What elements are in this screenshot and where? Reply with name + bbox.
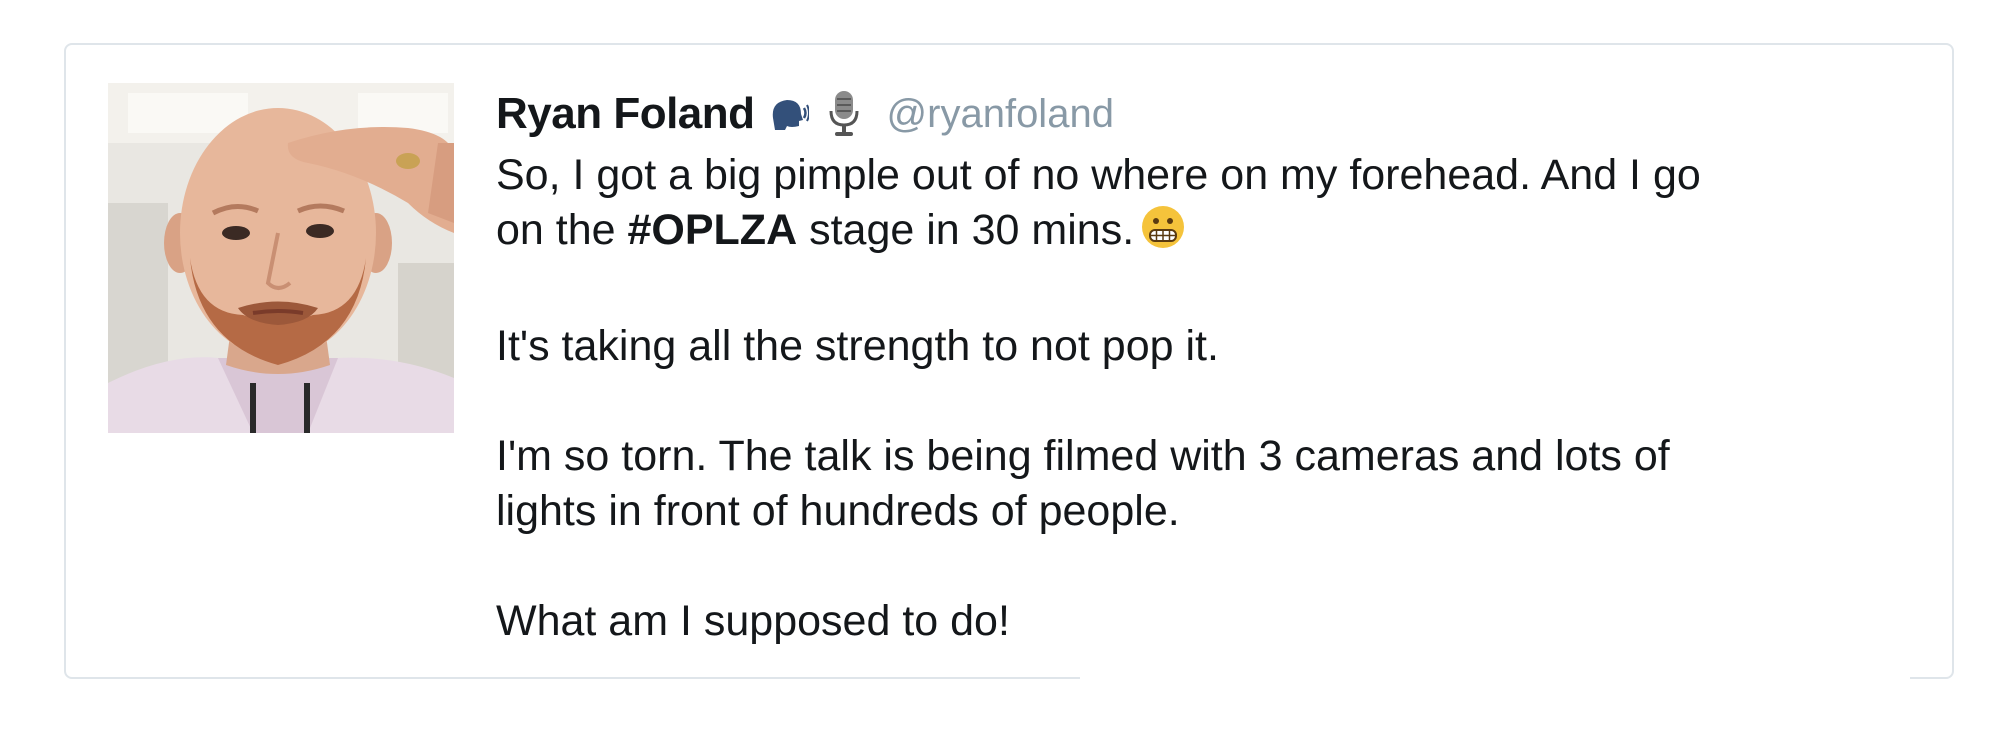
tweet-line: lights in front of hundreds of people.: [496, 487, 1180, 535]
tweet-header: Ryan Foland @ryanfoland: [496, 84, 1114, 144]
author-name[interactable]: Ryan Foland: [496, 89, 755, 139]
tweet-text-segment: stage in 30 mins.: [797, 206, 1135, 254]
tweet-text-segment: on the: [496, 206, 628, 254]
tweet-paragraph: What am I supposed to do!: [496, 597, 1010, 645]
avatar-photo: [108, 83, 454, 433]
avatar[interactable]: [108, 83, 454, 433]
microphone-icon: [827, 89, 861, 139]
tweet-line: I'm so torn. The talk is being filmed wi…: [496, 432, 1670, 480]
tweet-text: So, I got a big pimple out of no where o…: [496, 148, 1896, 649]
speaking-head-icon: [769, 96, 809, 132]
tweet-paragraph: It's taking all the strength to not pop …: [496, 322, 1219, 370]
tweet-line: So, I got a big pimple out of no where o…: [496, 151, 1701, 199]
grimacing-face-icon: [1140, 204, 1186, 264]
card-bottom-mask: [1080, 670, 1910, 690]
author-handle[interactable]: @ryanfoland: [887, 92, 1114, 137]
tweet-line: on the #OPLZA stage in 30 mins.: [496, 203, 1896, 264]
hashtag-link[interactable]: #OPLZA: [628, 206, 798, 254]
